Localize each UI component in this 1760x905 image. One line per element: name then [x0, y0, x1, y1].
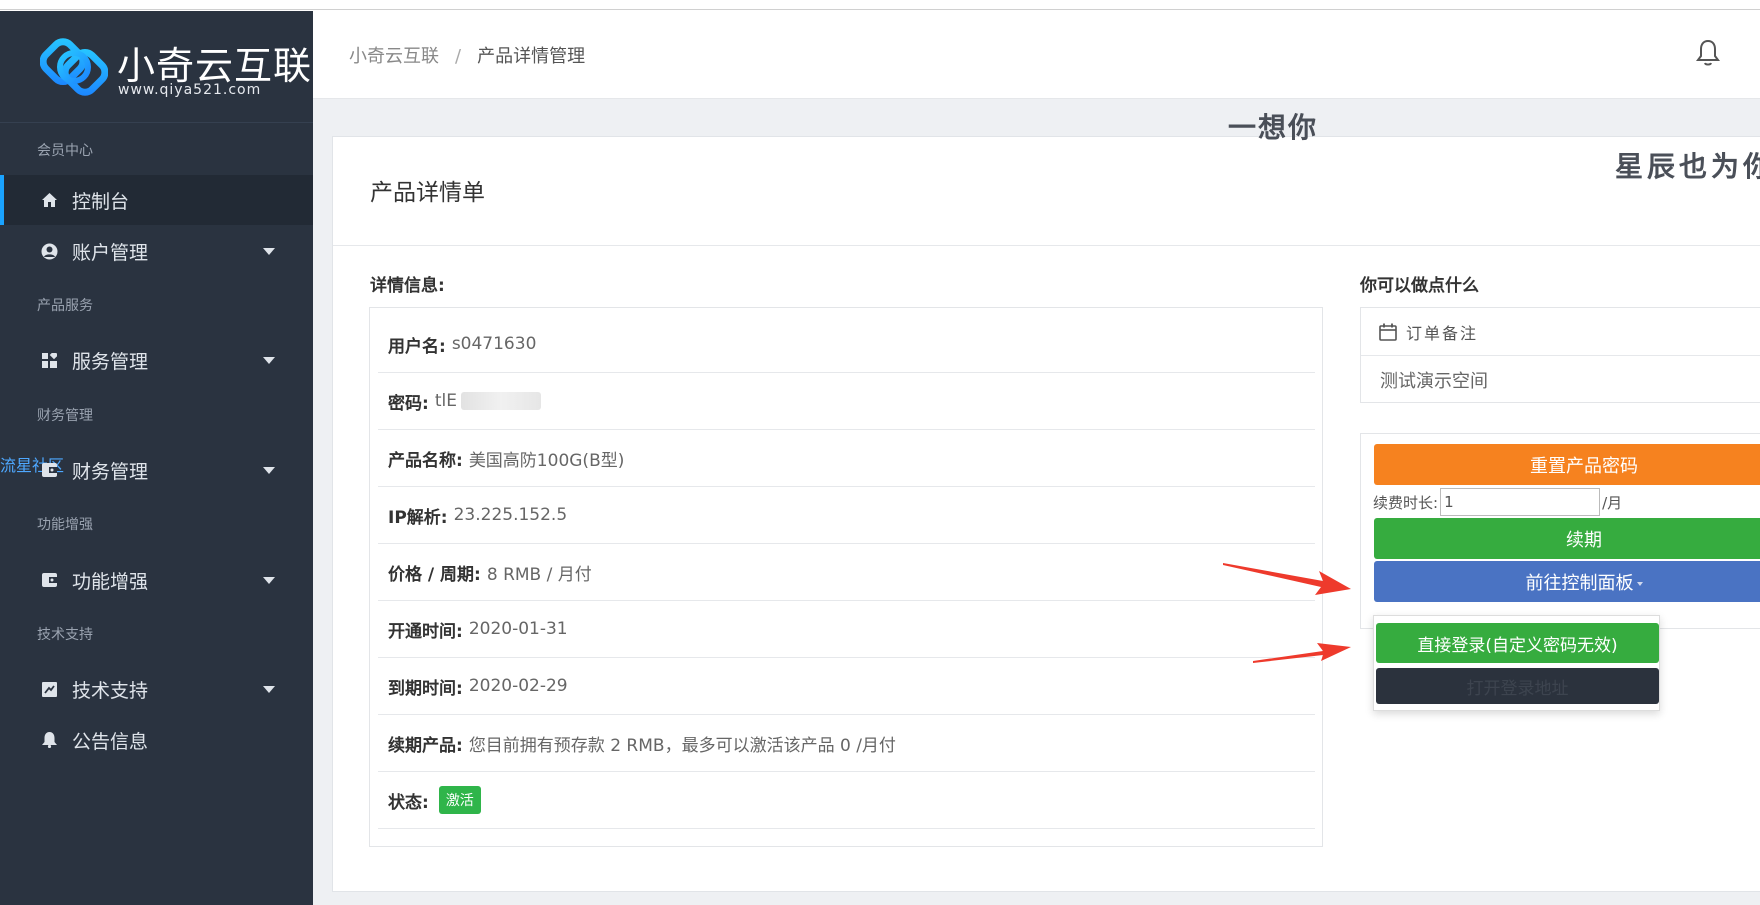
brand[interactable]: 小奇云互联 www.qiya521.com	[0, 11, 313, 123]
detail-key: 价格 / 周期:	[388, 564, 481, 585]
detail-value: 2020-01-31	[468, 619, 568, 639]
status-badge: 激活	[438, 786, 481, 814]
wallet-icon	[40, 461, 58, 479]
detail-key: 用户名:	[388, 336, 446, 357]
control-panel-button[interactable]: 前往控制面板	[1374, 561, 1760, 602]
detail-value: tlE	[434, 391, 457, 411]
detail-key: 续期产品:	[388, 735, 463, 756]
detail-row-password: 密码: tlE	[378, 373, 1315, 430]
detail-key: 开通时间:	[388, 621, 463, 642]
detail-key: 产品名称:	[388, 450, 463, 471]
main-area: 小奇云互联 / 产品详情管理 产品详情单 详情信息: 用户名: s0471630 密…	[313, 11, 1760, 905]
actions-panel: 重置产品密码 续费时长: /月 续期 前往控制面板	[1360, 433, 1760, 629]
open-login-url-button[interactable]: 打开登录地址	[1376, 668, 1659, 704]
control-panel-dropdown: 直接登录(自定义密码无效) 打开登录地址	[1373, 615, 1660, 711]
nav-section-product: 产品服务	[37, 298, 93, 314]
brand-url: www.qiya521.com	[118, 82, 262, 98]
watermark-text: 星辰也为你	[1615, 150, 1760, 183]
breadcrumb-current: 产品详情管理	[477, 46, 586, 67]
nav-section-finance: 财务管理	[37, 408, 93, 424]
sidebar-item-label: 公告信息	[72, 730, 149, 753]
renew-duration-input[interactable]	[1440, 488, 1601, 516]
detail-key: 密码:	[388, 393, 429, 414]
home-icon	[40, 191, 58, 209]
blurred-password	[460, 392, 541, 410]
sidebar-item-label: 功能增强	[72, 570, 149, 593]
caret-down-icon	[1636, 581, 1643, 586]
detail-row-product-name: 产品名称: 美国高防100G(B型)	[378, 430, 1315, 487]
detail-value: 23.225.152.5	[453, 505, 568, 525]
detail-value: 8 RMB / 月付	[486, 564, 592, 585]
sidebar-item-label: 财务管理	[72, 460, 149, 483]
sidebar-item-support[interactable]: 技术支持	[0, 664, 313, 714]
detail-row-renewal: 续期产品: 您目前拥有预存款 2 RMB，最多可以激活该产品 0 /月付	[378, 715, 1315, 772]
sidebar-item-services[interactable]: 服务管理	[0, 335, 313, 385]
brand-logo-icon	[40, 38, 108, 96]
renew-label: 续费时长:	[1373, 493, 1439, 512]
detail-row-username: 用户名: s0471630	[378, 316, 1315, 373]
calendar-icon	[1379, 323, 1397, 341]
sidebar-item-label: 账户管理	[72, 241, 149, 264]
grid-icon	[40, 351, 58, 369]
nav-section-enhance: 功能增强	[37, 517, 93, 533]
order-notes: 订单备注 测试演示空间	[1360, 307, 1760, 403]
detail-value: 美国高防100G(B型)	[468, 450, 625, 471]
notification-bell-icon[interactable]	[1695, 39, 1721, 67]
chevron-down-icon	[263, 357, 275, 364]
header: 小奇云互联 / 产品详情管理	[313, 11, 1760, 99]
watermark-text: 一想你	[1228, 111, 1319, 144]
detail-value: 2020-02-29	[468, 676, 568, 696]
detail-row-ip: IP解析: 23.225.152.5	[378, 487, 1315, 544]
sidebar-item-announcements[interactable]: 公告信息	[0, 715, 313, 765]
sidebar-item-label: 控制台	[72, 190, 130, 213]
reset-password-button[interactable]: 重置产品密码	[1374, 444, 1760, 485]
chevron-down-icon	[263, 686, 275, 693]
breadcrumb-home-link[interactable]: 小奇云互联	[349, 46, 439, 67]
chevron-down-icon	[263, 248, 275, 255]
page-title: 产品详情单	[370, 180, 485, 206]
actions-heading: 你可以做点什么	[1360, 276, 1479, 296]
detail-key: 状态:	[388, 792, 429, 813]
sidebar-item-label: 服务管理	[72, 350, 149, 373]
detail-key: IP解析:	[388, 507, 448, 528]
bell-icon	[40, 731, 58, 749]
user-circle-icon	[40, 242, 58, 260]
top-edge	[0, 0, 1760, 10]
detail-value: s0471630	[451, 334, 537, 354]
detail-row-price: 价格 / 周期: 8 RMB / 月付	[378, 544, 1315, 601]
sidebar-item-enhance[interactable]: 功能增强	[0, 555, 313, 605]
renew-unit: /月	[1602, 493, 1623, 512]
sidebar-item-dashboard[interactable]: 控制台	[0, 175, 313, 225]
detail-row-open-time: 开通时间: 2020-01-31	[378, 601, 1315, 658]
breadcrumb-separator: /	[455, 46, 462, 67]
sidebar-item-account[interactable]: 账户管理	[0, 226, 313, 276]
red-arrow-icon	[1253, 643, 1351, 663]
renew-button[interactable]: 续期	[1374, 518, 1760, 559]
wallet-icon	[40, 571, 58, 589]
product-detail-card: 产品详情单 详情信息: 用户名: s0471630 密码: tlE 产品名称: …	[332, 136, 1760, 892]
details-heading: 详情信息:	[370, 276, 445, 296]
renew-row: 续费时长: /月	[1373, 488, 1622, 516]
ticket-icon	[40, 680, 58, 698]
control-panel-label: 前往控制面板	[1525, 572, 1634, 593]
details-list: 用户名: s0471630 密码: tlE 产品名称: 美国高防100G(B型)…	[369, 307, 1323, 847]
nav-section-member: 会员中心	[37, 143, 93, 159]
sidebar-item-label: 技术支持	[72, 679, 149, 702]
red-arrow-icon	[1223, 563, 1351, 595]
detail-row-expire-time: 到期时间: 2020-02-29	[378, 658, 1315, 715]
sidebar-item-finance[interactable]: 财务管理	[0, 445, 313, 495]
detail-row-status: 状态: 激活	[378, 772, 1315, 829]
order-notes-title: 订单备注	[1406, 323, 1479, 343]
chevron-down-icon	[263, 467, 275, 474]
detail-key: 到期时间:	[388, 678, 463, 699]
detail-value: 您目前拥有预存款 2 RMB，最多可以激活该产品 0 /月付	[468, 735, 896, 756]
nav-section-support: 技术支持	[37, 627, 93, 643]
order-notes-content: 测试演示空间	[1380, 371, 1488, 392]
chevron-down-icon	[263, 577, 275, 584]
sidebar: 小奇云互联 www.qiya521.com 会员中心 控制台 账户管理 产品服务…	[0, 11, 313, 905]
divider	[333, 245, 1760, 246]
direct-login-button[interactable]: 直接登录(自定义密码无效)	[1376, 623, 1659, 663]
order-notes-header: 订单备注	[1361, 308, 1760, 356]
breadcrumb: 小奇云互联 / 产品详情管理	[349, 42, 585, 68]
